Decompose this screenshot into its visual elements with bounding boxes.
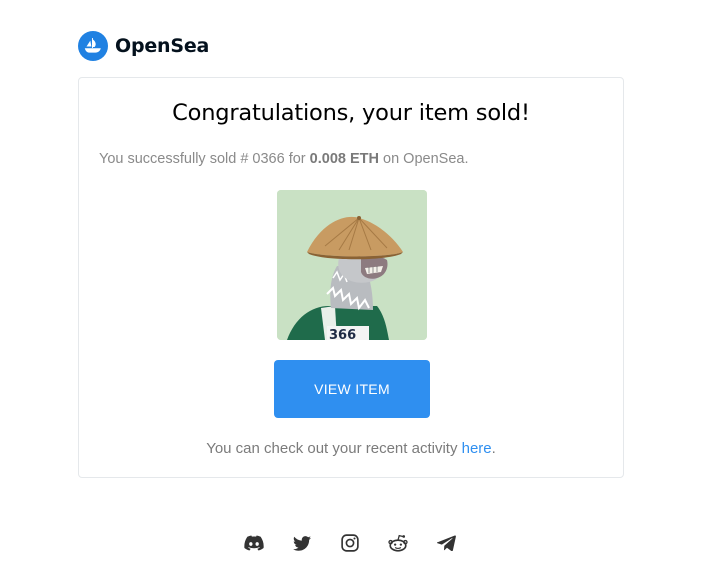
sold-prefix: You successfully sold # 0366 for	[99, 151, 306, 167]
social-links	[243, 532, 457, 554]
recent-activity-line: You can check out your recent activity h…	[79, 440, 623, 457]
twitter-icon[interactable]	[291, 532, 313, 554]
activity-trailing: .	[491, 440, 496, 457]
sold-suffix: on OpenSea.	[383, 151, 469, 167]
brand-name: OpenSea	[115, 35, 210, 57]
nft-llama-image: 366	[277, 190, 427, 340]
opensea-ship-icon	[78, 31, 108, 61]
jersey-number: 366	[329, 328, 356, 340]
activity-here-link[interactable]: here	[462, 440, 492, 457]
reddit-icon[interactable]	[387, 532, 409, 554]
sale-price: 0.008 ETH	[309, 151, 379, 167]
instagram-icon[interactable]	[339, 532, 361, 554]
activity-text: You can check out your recent activity	[206, 440, 458, 457]
view-item-button[interactable]: VIEW ITEM	[274, 360, 430, 418]
opensea-brand-link[interactable]: OpenSea	[78, 31, 209, 61]
headline: Congratulations, your item sold!	[172, 100, 530, 126]
telegram-icon[interactable]	[435, 532, 457, 554]
sold-summary: You successfully sold # 0366 for 0.008 E…	[99, 151, 468, 167]
discord-icon[interactable]	[243, 532, 265, 554]
sale-notification-card: Congratulations, your item sold! You suc…	[78, 77, 624, 478]
item-image[interactable]: 366	[277, 190, 427, 340]
